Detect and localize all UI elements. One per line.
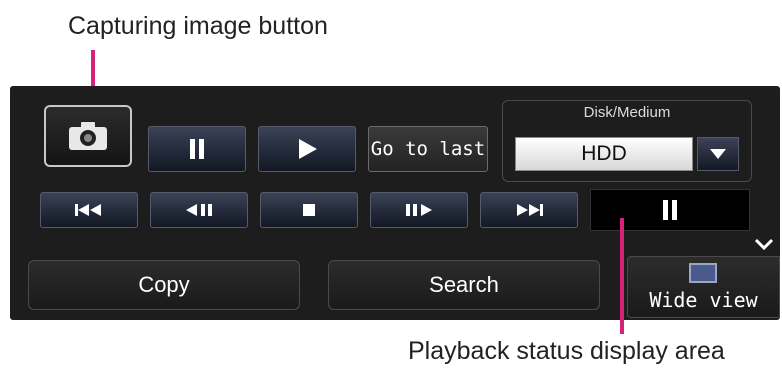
step-forward-icon — [406, 204, 432, 216]
capture-image-button[interactable] — [44, 105, 132, 167]
disk-medium-group: Disk/Medium HDD — [502, 100, 752, 182]
skip-forward-icon — [517, 204, 543, 216]
disk-medium-title: Disk/Medium — [583, 104, 671, 121]
playback-status-display — [590, 189, 750, 231]
dropdown-arrow-icon — [710, 149, 726, 159]
camera-icon — [69, 122, 107, 150]
skip-to-start-button[interactable] — [40, 192, 138, 228]
wide-view-icon — [689, 263, 717, 283]
playback-control-panel: Go to last Disk/Medium HDD Copy Search W… — [10, 86, 780, 320]
copy-button[interactable]: Copy — [28, 260, 300, 310]
step-back-icon — [186, 204, 212, 216]
status-callout-line — [620, 218, 624, 334]
go-to-last-button[interactable]: Go to last — [368, 126, 488, 172]
disk-medium-select[interactable]: HDD — [515, 137, 693, 171]
skip-to-end-button[interactable] — [480, 192, 578, 228]
disk-medium-dropdown-button[interactable] — [697, 137, 739, 171]
chevron-down-icon[interactable] — [754, 238, 774, 250]
pause-icon — [663, 200, 677, 220]
pause-icon — [190, 139, 204, 159]
wide-view-label: Wide view — [649, 288, 758, 312]
pause-button[interactable] — [148, 126, 246, 172]
frame-reverse-button[interactable] — [150, 192, 248, 228]
frame-forward-button[interactable] — [370, 192, 468, 228]
wide-view-button[interactable]: Wide view — [627, 256, 780, 318]
play-icon — [299, 139, 317, 159]
status-display-callout: Playback status display area — [408, 337, 725, 365]
play-button[interactable] — [258, 126, 356, 172]
stop-button[interactable] — [260, 192, 358, 228]
search-button[interactable]: Search — [328, 260, 600, 310]
capture-button-callout: Capturing image button — [68, 12, 328, 40]
stop-icon — [303, 204, 315, 216]
skip-back-icon — [75, 204, 101, 216]
